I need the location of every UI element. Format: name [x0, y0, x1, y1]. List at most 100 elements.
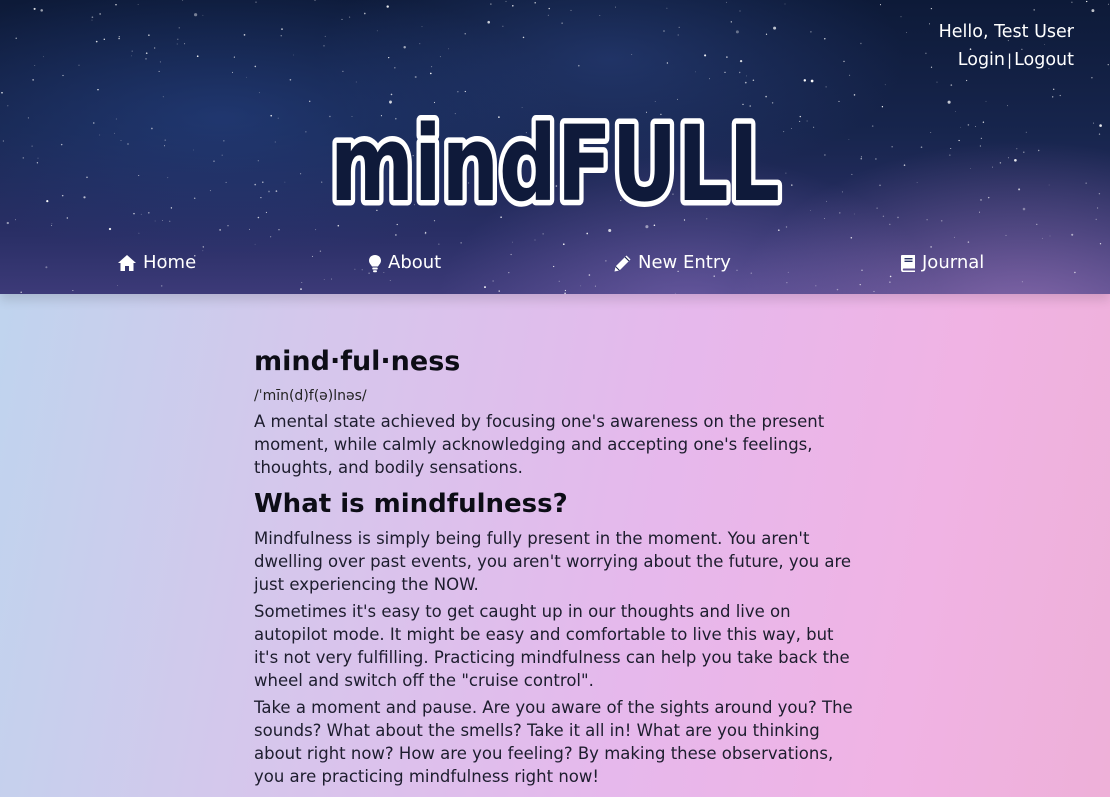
- main-nav: Home About New Entry Journal: [0, 248, 1110, 278]
- star: [810, 210, 811, 211]
- star: [151, 127, 153, 130]
- star: [429, 72, 432, 75]
- star: [1, 92, 3, 94]
- star: [274, 141, 276, 143]
- star: [270, 114, 273, 117]
- star: [1097, 207, 1099, 209]
- star: [1098, 133, 1101, 135]
- star: [202, 14, 204, 16]
- definition-text: A mental state achieved by focusing one'…: [254, 412, 825, 477]
- star: [785, 226, 788, 228]
- star: [117, 284, 119, 286]
- star: [40, 9, 43, 12]
- star: [586, 232, 589, 235]
- star: [777, 229, 780, 232]
- star: [950, 84, 953, 86]
- star: [196, 55, 199, 58]
- star: [903, 164, 906, 166]
- star: [448, 48, 450, 50]
- star: [813, 126, 815, 128]
- logo-fill-mind: mind: [330, 103, 557, 220]
- star: [66, 217, 68, 219]
- star: [947, 100, 951, 104]
- site-logo[interactable]: mindFULL mindFULL: [320, 100, 790, 220]
- paragraph-take-a-moment: Take a moment and pause. Are you aware o…: [254, 698, 853, 786]
- star: [91, 16, 94, 19]
- star: [930, 132, 932, 133]
- star: [879, 184, 881, 187]
- star: [1048, 184, 1050, 186]
- star: [421, 26, 423, 28]
- star: [97, 89, 99, 91]
- star: [460, 242, 462, 244]
- lightbulb-icon: [369, 254, 381, 272]
- main-content: mind·ful·ness /ˈmīn(d)f(ə)lnəs/ A mental…: [254, 342, 854, 792]
- star: [257, 160, 259, 162]
- star: [83, 196, 86, 199]
- auth-links: Login | Logout: [939, 46, 1074, 74]
- star: [154, 220, 156, 222]
- nav-home[interactable]: Home: [117, 248, 196, 278]
- star: [46, 200, 49, 203]
- star: [167, 177, 169, 179]
- star: [265, 211, 267, 213]
- login-link[interactable]: Login: [958, 50, 1005, 70]
- star: [91, 19, 93, 21]
- star: [140, 213, 142, 215]
- paragraph-present-moment: Mindfulness is simply being fully presen…: [254, 529, 852, 594]
- star: [414, 75, 417, 79]
- star: [162, 96, 164, 98]
- star: [534, 239, 536, 241]
- star: [389, 280, 391, 281]
- star: [1005, 234, 1007, 236]
- star: [60, 143, 63, 146]
- star: [42, 56, 44, 58]
- star: [227, 225, 229, 227]
- star: [32, 79, 34, 81]
- star: [739, 10, 741, 12]
- star: [324, 35, 326, 37]
- star: [838, 100, 840, 102]
- star: [843, 60, 845, 63]
- star: [1091, 77, 1093, 79]
- nav-journal[interactable]: Journal: [900, 248, 984, 278]
- star: [258, 92, 260, 94]
- star: [709, 78, 710, 80]
- star: [853, 94, 856, 96]
- star: [1022, 207, 1026, 211]
- star: [145, 58, 147, 60]
- star: [193, 149, 194, 151]
- star: [51, 223, 53, 224]
- star: [825, 86, 827, 88]
- star: [131, 50, 133, 52]
- star: [889, 223, 891, 226]
- star: [254, 65, 257, 68]
- star: [22, 157, 25, 159]
- star: [980, 199, 982, 201]
- star: [765, 33, 768, 35]
- star: [178, 27, 180, 29]
- star: [1023, 151, 1025, 154]
- auth-separator: |: [1007, 51, 1013, 69]
- nav-about[interactable]: About: [368, 248, 441, 278]
- star: [522, 36, 525, 39]
- nav-new-entry[interactable]: New Entry: [613, 248, 731, 278]
- star: [985, 100, 987, 102]
- star: [949, 154, 951, 156]
- star: [249, 228, 251, 230]
- star: [608, 228, 612, 233]
- star: [243, 34, 246, 36]
- star: [752, 79, 755, 82]
- star: [337, 224, 340, 227]
- star: [1107, 64, 1109, 66]
- star: [746, 75, 748, 77]
- nav-new-entry-label: New Entry: [638, 252, 731, 273]
- star: [342, 70, 344, 73]
- star: [980, 137, 983, 140]
- star: [254, 243, 256, 245]
- star: [93, 122, 95, 124]
- star: [724, 71, 726, 73]
- logout-link[interactable]: Logout: [1014, 50, 1074, 70]
- star: [1093, 122, 1095, 124]
- star: [164, 145, 165, 147]
